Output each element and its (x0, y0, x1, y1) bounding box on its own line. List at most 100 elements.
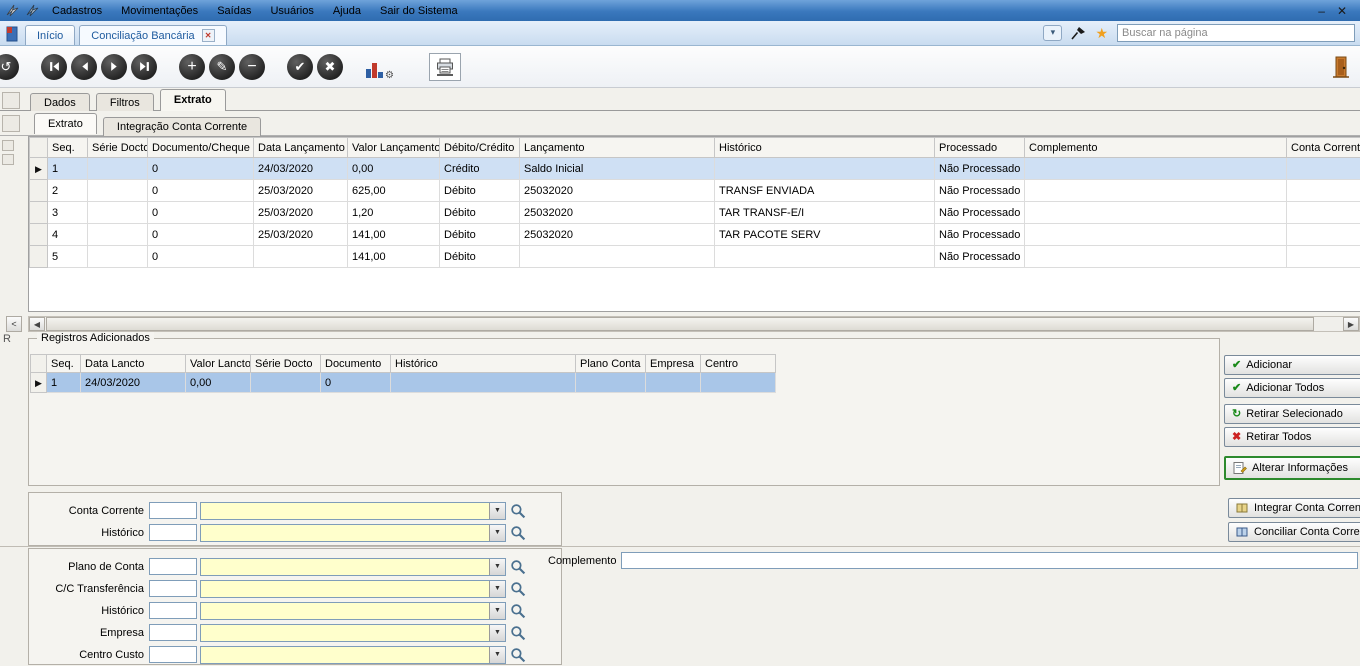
pin-icon[interactable] (1071, 26, 1086, 40)
tab-conciliacao-bancaria[interactable]: Conciliação Bancária ✕ (79, 25, 226, 45)
cancel-button[interactable]: ✖ (317, 54, 343, 80)
grid-cell[interactable] (1287, 202, 1360, 224)
conciliar-conta-corrente-button[interactable]: Conciliar Conta Corren (1228, 522, 1360, 542)
search-lookup-icon[interactable] (510, 625, 526, 641)
dropdown-icon[interactable]: ▼ (489, 581, 505, 597)
col-lancamento[interactable]: Lançamento (520, 138, 715, 158)
favorites-star-icon[interactable]: ★ (1095, 26, 1108, 40)
print-button[interactable] (429, 53, 461, 81)
subtab-integracao-conta-corrente[interactable]: Integração Conta Corrente (103, 117, 261, 136)
grid-cell[interactable]: Não Processado (935, 180, 1025, 202)
adicionar-todos-button[interactable]: ✔ Adicionar Todos (1224, 378, 1360, 398)
historico-code-input[interactable] (149, 602, 197, 619)
col-centro[interactable]: Centro (701, 355, 776, 373)
col-documento[interactable]: Documento (321, 355, 391, 373)
grid-cell[interactable] (1025, 224, 1287, 246)
minimize-icon[interactable]: – (1318, 4, 1325, 18)
grid-cell[interactable]: 4 (48, 224, 88, 246)
extrato-row-2[interactable]: 2 0 25/03/2020 625,00 Débito 25032020 TR… (30, 180, 1360, 202)
grid-cell[interactable]: Débito (440, 202, 520, 224)
grid-cell[interactable]: 0 (148, 180, 254, 202)
complemento-input[interactable] (621, 552, 1358, 569)
grid-cell[interactable]: 141,00 (348, 246, 440, 268)
subtab-extrato[interactable]: Extrato (34, 113, 97, 134)
grid-cell[interactable] (1025, 180, 1287, 202)
col-historico[interactable]: Histórico (391, 355, 576, 373)
grid-cell[interactable]: TRANSF ENVIADA (715, 180, 935, 202)
grid-cell[interactable]: 25/03/2020 (254, 180, 348, 202)
grid-cell[interactable] (88, 246, 148, 268)
menu-usuarios[interactable]: Usuários (261, 3, 322, 19)
historico-code-input[interactable] (149, 524, 197, 541)
search-lookup-icon[interactable] (510, 559, 526, 575)
scroll-left-icon[interactable]: ◀ (29, 317, 45, 331)
grid-cell[interactable] (391, 373, 576, 393)
tab-inicio[interactable]: Início (25, 25, 75, 45)
tab-close-icon[interactable]: ✕ (202, 29, 215, 42)
grid-cell[interactable]: 625,00 (348, 180, 440, 202)
historico-combo[interactable]: ▼ (200, 524, 506, 542)
search-input[interactable] (1117, 24, 1355, 42)
refresh-button[interactable]: ↺ (0, 54, 19, 80)
grid-cell[interactable]: 0 (148, 224, 254, 246)
grid-cell[interactable]: Saldo Inicial (520, 158, 715, 180)
menu-ajuda[interactable]: Ajuda (324, 3, 370, 19)
chart-button[interactable]: ⚙ (365, 55, 391, 79)
col-debito-credito[interactable]: Débito/Crédito (440, 138, 520, 158)
plano-de-conta-code-input[interactable] (149, 558, 197, 575)
grid-cell[interactable]: 0,00 (186, 373, 251, 393)
grid-cell[interactable]: 1,20 (348, 202, 440, 224)
grid-cell[interactable]: 0 (148, 158, 254, 180)
col-seq[interactable]: Seq. (47, 355, 81, 373)
search-lookup-icon[interactable] (510, 581, 526, 597)
scroll-right-icon[interactable]: ▶ (1343, 317, 1359, 331)
menu-cadastros[interactable]: Cadastros (43, 3, 111, 19)
extrato-row-5[interactable]: 5 0 141,00 Débito Não Processado (30, 246, 1360, 268)
grid-cell[interactable]: 0 (148, 246, 254, 268)
grid-cell[interactable]: 25/03/2020 (254, 224, 348, 246)
col-empresa[interactable]: Empresa (646, 355, 701, 373)
grid-cell[interactable] (1287, 224, 1360, 246)
grid-cell[interactable] (1287, 180, 1360, 202)
grid-cell[interactable] (88, 202, 148, 224)
grid-cell[interactable]: TAR TRANSF-E/I (715, 202, 935, 224)
edit-record-button[interactable]: ✎ (209, 54, 235, 80)
grid-cell[interactable]: 25/03/2020 (254, 202, 348, 224)
col-seq[interactable]: Seq. (48, 138, 88, 158)
confirm-button[interactable]: ✔ (287, 54, 313, 80)
grid-cell[interactable] (715, 246, 935, 268)
plano-de-conta-combo[interactable]: ▼ (200, 558, 506, 576)
grid-cell[interactable]: 25032020 (520, 224, 715, 246)
grid-cell[interactable]: 25032020 (520, 180, 715, 202)
integrar-conta-corrente-button[interactable]: Integrar Conta Corren (1228, 498, 1360, 518)
grid-cell[interactable]: Não Processado (935, 224, 1025, 246)
grid-cell[interactable]: 24/03/2020 (81, 373, 186, 393)
grid-cell[interactable]: 24/03/2020 (254, 158, 348, 180)
grid-cell[interactable]: Não Processado (935, 202, 1025, 224)
next-record-button[interactable] (101, 54, 127, 80)
grid-cell[interactable]: 1 (47, 373, 81, 393)
grid-cell[interactable] (1025, 158, 1287, 180)
col-valor-lancto[interactable]: Valor Lancto (186, 355, 251, 373)
search-lookup-icon[interactable] (510, 647, 526, 663)
retirar-selecionado-button[interactable]: ↻ Retirar Selecionado (1224, 404, 1360, 424)
grid-cell[interactable] (1025, 202, 1287, 224)
grid-cell[interactable]: 0 (148, 202, 254, 224)
collapse-panel-button[interactable]: < (6, 316, 22, 332)
grid-cell[interactable]: 5 (48, 246, 88, 268)
dropdown-icon[interactable]: ▼ (489, 647, 505, 663)
grid-cell[interactable]: Não Processado (935, 158, 1025, 180)
grid-cell[interactable]: Débito (440, 246, 520, 268)
registros-row-1[interactable]: ▶ 1 24/03/2020 0,00 0 (31, 373, 776, 393)
grid-cell[interactable] (1287, 158, 1360, 180)
cc-transferencia-combo[interactable]: ▼ (200, 580, 506, 598)
grid-cell[interactable]: 1 (48, 158, 88, 180)
col-documento-cheque[interactable]: Documento/Cheque (148, 138, 254, 158)
dropdown-icon[interactable]: ▼ (489, 603, 505, 619)
grid-cell[interactable]: Débito (440, 180, 520, 202)
col-plano-conta[interactable]: Plano Conta (576, 355, 646, 373)
extrato-row-1[interactable]: ▶ 1 0 24/03/2020 0,00 Crédito Saldo Inic… (30, 158, 1360, 180)
menu-saidas[interactable]: Saídas (208, 3, 260, 19)
col-historico[interactable]: Histórico (715, 138, 935, 158)
col-data-lancamento[interactable]: Data Lançamento (254, 138, 348, 158)
